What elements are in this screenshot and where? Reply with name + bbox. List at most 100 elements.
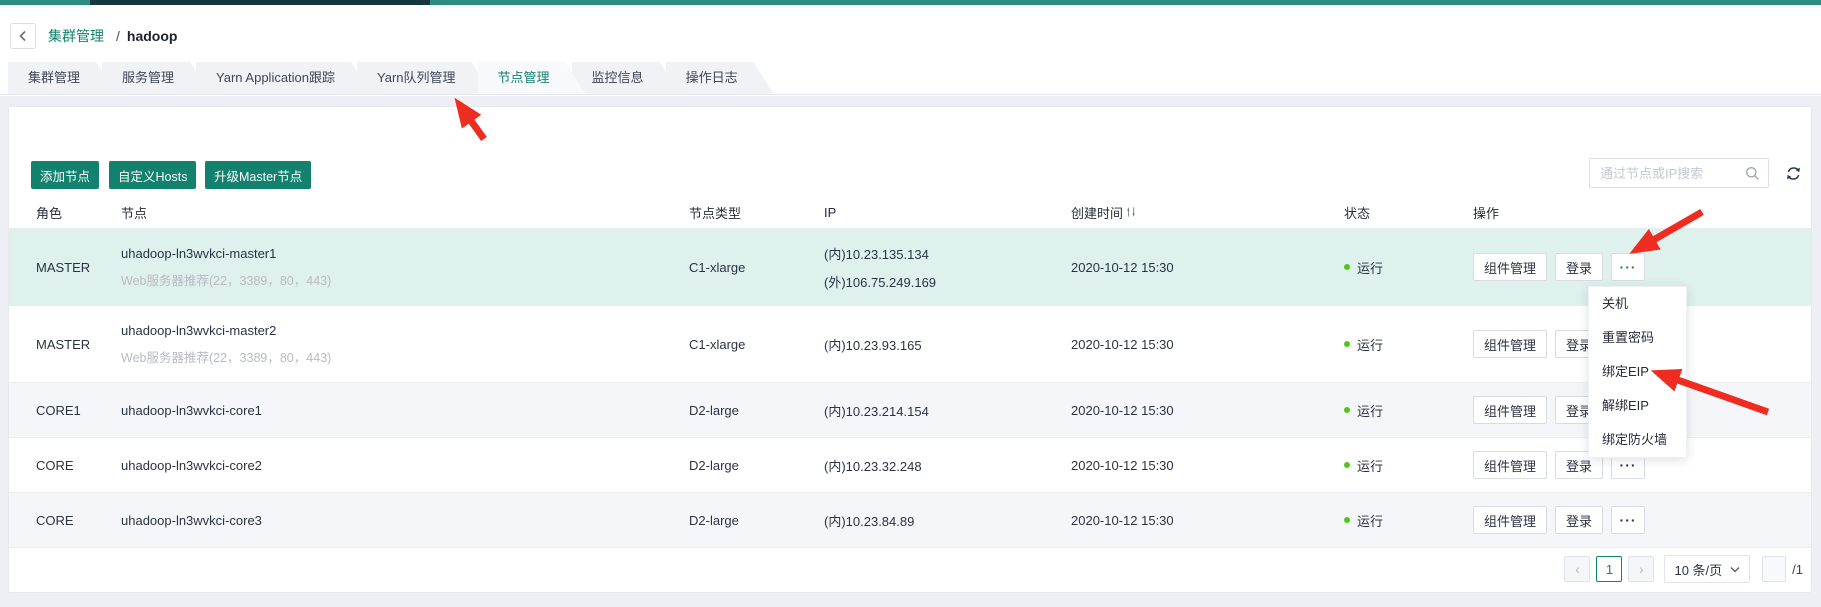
top-strip (0, 0, 1821, 5)
cell-node: uhadoop-ln3wvkci-core3 (121, 513, 689, 528)
cell-role: CORE1 (36, 403, 121, 418)
component-manage-button[interactable]: 组件管理 (1473, 451, 1547, 479)
tab-yarn-application[interactable]: Yarn Application跟踪 (196, 62, 371, 94)
external-ip: (外)106.75.249.169 (824, 272, 1071, 291)
table-body: MASTER uhadoop-ln3wvkci-master1 Web服务器推荐… (9, 229, 1811, 548)
cell-node-type: D2-large (689, 458, 824, 473)
login-button[interactable]: 登录 (1555, 506, 1603, 534)
header-status: 状态 (1344, 203, 1473, 222)
context-menu-item[interactable]: 绑定防火墙 (1589, 423, 1686, 457)
cell-created-time: 2020-10-12 15:30 (1071, 337, 1344, 352)
node-name: uhadoop-ln3wvkci-core3 (121, 513, 689, 528)
tab-label: Yarn Application跟踪 (216, 70, 335, 85)
node-subtext: Web服务器推荐(22，3389，80，443) (121, 347, 689, 366)
tab-operation-log[interactable]: 操作日志 (666, 62, 774, 94)
context-menu-item[interactable]: 绑定EIP (1589, 355, 1686, 389)
tab-monitor[interactable]: 监控信息 (572, 62, 680, 94)
chevron-left-icon (18, 30, 28, 42)
more-actions-button[interactable]: ··· (1611, 506, 1645, 534)
tab-service[interactable]: 服务管理 (102, 62, 210, 94)
node-name: uhadoop-ln3wvkci-core1 (121, 403, 689, 418)
table-row: CORE uhadoop-ln3wvkci-core3 D2-large (内)… (9, 493, 1811, 548)
component-manage-button[interactable]: 组件管理 (1473, 506, 1547, 534)
more-actions-button[interactable]: ··· (1611, 253, 1645, 281)
status-badge: 运行 (1357, 401, 1383, 420)
component-manage-button[interactable]: 组件管理 (1473, 330, 1547, 358)
login-button[interactable]: 登录 (1555, 253, 1603, 281)
top-strip-segment (90, 0, 430, 5)
breadcrumb-root-link[interactable]: 集群管理 (48, 26, 104, 46)
status-dot (1344, 462, 1350, 468)
component-manage-button[interactable]: 组件管理 (1473, 253, 1547, 281)
cell-created-time: 2020-10-12 15:30 (1071, 458, 1344, 473)
search-input[interactable] (1590, 166, 1745, 181)
table-row: MASTER uhadoop-ln3wvkci-master1 Web服务器推荐… (9, 229, 1811, 306)
cell-created-time: 2020-10-12 15:30 (1071, 403, 1344, 418)
refresh-icon (1785, 165, 1802, 182)
refresh-button[interactable] (1779, 159, 1807, 187)
table-row: CORE1 uhadoop-ln3wvkci-core1 D2-large (内… (9, 383, 1811, 438)
cell-ip: (内)10.23.214.154 (824, 401, 1071, 420)
header-type: 节点类型 (689, 203, 824, 222)
tab-label: 节点管理 (498, 70, 550, 85)
cell-status: 运行 (1344, 456, 1473, 475)
breadcrumb: 集群管理 / hadoop (10, 22, 177, 50)
internal-ip: (内)10.23.93.165 (824, 335, 1071, 354)
cell-role: MASTER (36, 337, 121, 352)
status-dot (1344, 407, 1350, 413)
breadcrumb-current: hadoop (127, 28, 178, 44)
header-node: 节点 (121, 203, 689, 222)
context-menu-item[interactable]: 重置密码 (1589, 321, 1686, 355)
status-badge: 运行 (1357, 258, 1383, 277)
component-manage-button[interactable]: 组件管理 (1473, 396, 1547, 424)
custom-hosts-button[interactable]: 自定义Hosts (109, 161, 196, 189)
status-badge: 运行 (1357, 456, 1383, 475)
cell-ip: (内)10.23.135.134 (外)106.75.249.169 (824, 244, 1071, 291)
tab-cluster[interactable]: 集群管理 (8, 62, 116, 94)
context-menu-item[interactable]: 解绑EIP (1589, 389, 1686, 423)
sort-icon[interactable] (1127, 206, 1137, 218)
header-created[interactable]: 创建时间 (1071, 203, 1344, 222)
search-icon[interactable] (1745, 166, 1760, 181)
status-badge: 运行 (1357, 335, 1383, 354)
node-name: uhadoop-ln3wvkci-master2 (121, 323, 689, 338)
breadcrumb-separator: / (116, 28, 120, 44)
node-name: uhadoop-ln3wvkci-core2 (121, 458, 689, 473)
status-badge: 运行 (1357, 511, 1383, 530)
page-size-select[interactable]: 10 条/页 (1664, 555, 1750, 583)
more-actions-menu: 关机重置密码绑定EIP解绑EIP绑定防火墙 (1588, 286, 1687, 458)
cell-status: 运行 (1344, 335, 1473, 354)
tab-label: 服务管理 (122, 70, 174, 85)
tab-bar: 集群管理服务管理 Yarn Application跟踪 Yarn队列管理 节点管理 监控… (0, 63, 1821, 95)
back-button[interactable] (10, 23, 36, 49)
tab-yarn-queue[interactable]: Yarn队列管理 (357, 62, 492, 94)
chevron-down-icon (1730, 566, 1740, 573)
header-actions: 操作 (1473, 203, 1811, 222)
context-menu-item[interactable]: 关机 (1589, 287, 1686, 321)
header-ip: IP (824, 205, 1071, 220)
cell-ip: (内)10.23.93.165 (824, 335, 1071, 354)
cell-node-type: D2-large (689, 513, 824, 528)
add-node-button[interactable]: 添加节点 (31, 161, 99, 189)
prev-page-button[interactable]: ‹ (1564, 556, 1590, 582)
internal-ip: (内)10.23.214.154 (824, 401, 1071, 420)
cell-actions: 组件管理 登录 ··· (1473, 253, 1811, 281)
node-name: uhadoop-ln3wvkci-master1 (121, 246, 689, 261)
cell-created-time: 2020-10-12 15:30 (1071, 513, 1344, 528)
cell-node-type: C1-xlarge (689, 260, 824, 275)
tab-node[interactable]: 节点管理 (478, 62, 586, 94)
cell-node: uhadoop-ln3wvkci-master1 Web服务器推荐(22，338… (121, 246, 689, 289)
cell-node: uhadoop-ln3wvkci-core1 (121, 403, 689, 418)
cell-role: CORE (36, 513, 121, 528)
cell-ip: (内)10.23.32.248 (824, 456, 1071, 475)
cell-node-type: D2-large (689, 403, 824, 418)
current-page-button[interactable]: 1 (1596, 556, 1622, 582)
cell-role: MASTER (36, 260, 121, 275)
cell-actions: 组件管理 登录 ··· (1473, 506, 1811, 534)
cluster-management-page: 集群管理 / hadoop 集群管理服务管理Yarn Application跟踪… (0, 0, 1821, 607)
next-page-button[interactable]: › (1628, 556, 1654, 582)
page-jump-input[interactable] (1762, 556, 1786, 582)
tab-label: Yarn队列管理 (377, 70, 456, 85)
table-header: 角色 节点 节点类型 IP 创建时间 状态 操作 (9, 196, 1811, 229)
upgrade-master-button[interactable]: 升级Master节点 (205, 161, 311, 189)
